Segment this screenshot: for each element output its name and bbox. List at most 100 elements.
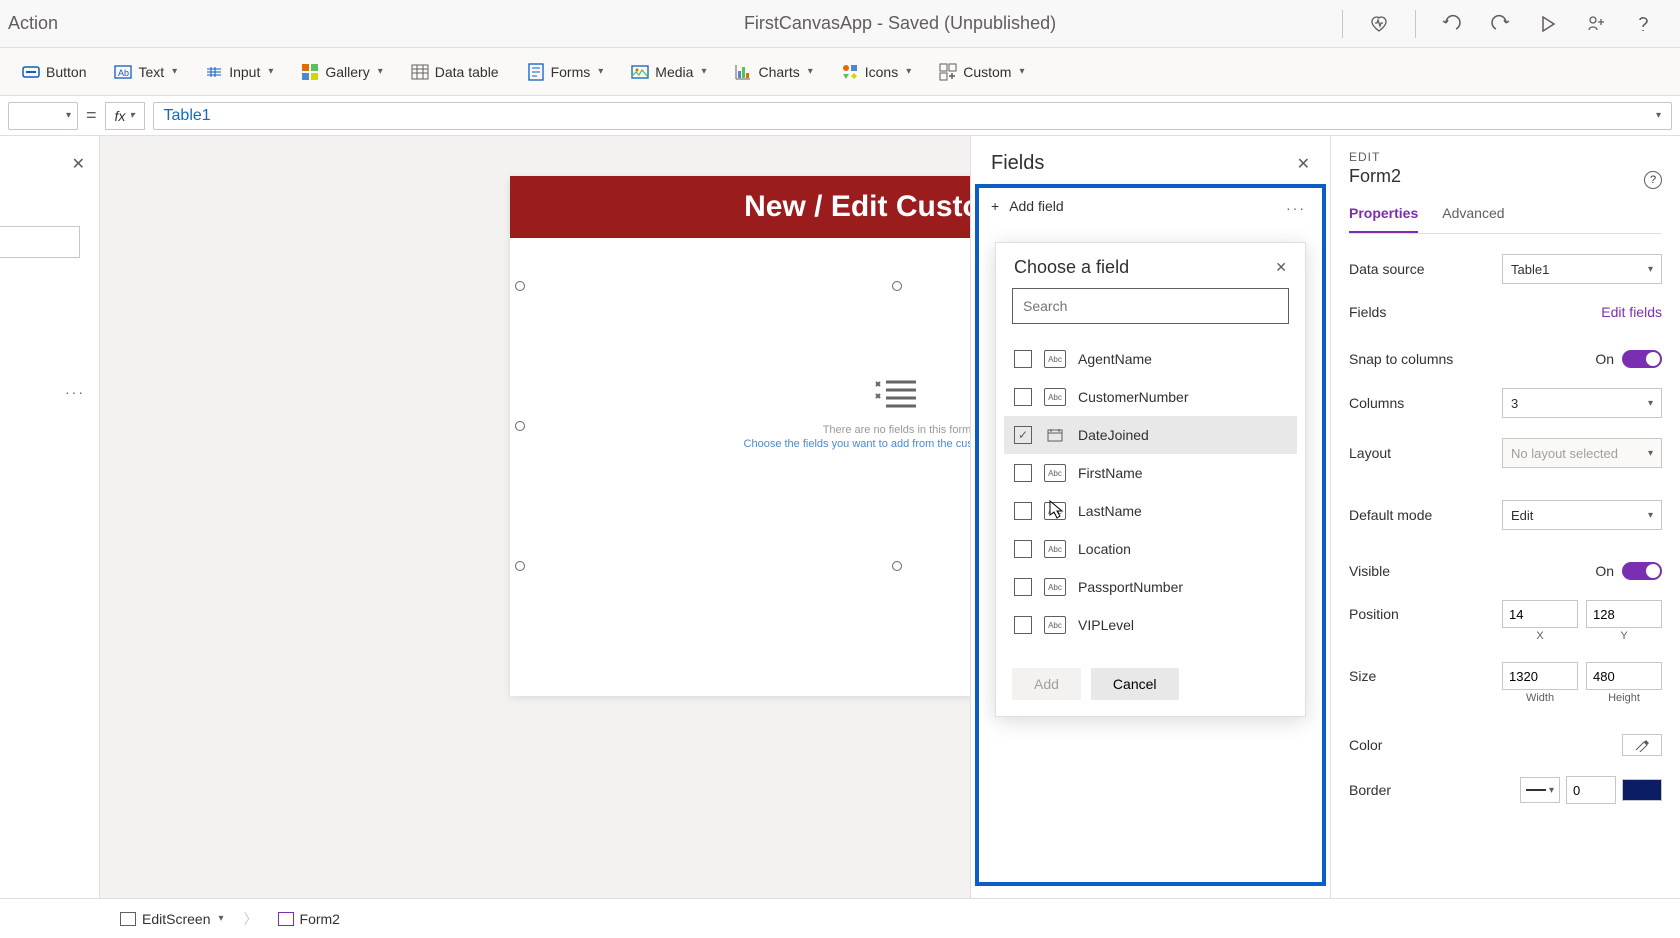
datasource-label: Data source [1349,261,1424,277]
position-x-input[interactable] [1502,600,1578,628]
checkbox[interactable] [1014,502,1032,520]
close-icon[interactable]: ✕ [72,154,85,174]
add-field-button[interactable]: Add field [1009,198,1063,214]
formula-bar: ▾ = fx▾ Table1 ▾ [0,96,1680,136]
field-item-passportnumber[interactable]: AbcPassportNumber [1004,568,1297,606]
size-w-input[interactable] [1502,662,1578,690]
checkbox[interactable] [1014,388,1032,406]
ribbon-custom[interactable]: Custom▾ [929,57,1034,87]
border-label: Border [1349,782,1391,798]
datasource-dropdown[interactable]: Table1▾ [1502,254,1662,284]
ribbon-gallery[interactable]: Gallery▾ [291,57,392,87]
field-label: VIPLevel [1078,617,1134,633]
tree-panel: ✕ ··· [0,136,100,898]
title-bar: Action FirstCanvasApp - Saved (Unpublish… [0,0,1680,48]
undo-icon[interactable] [1440,12,1464,36]
columns-dropdown[interactable]: 3▾ [1502,388,1662,418]
fx-button[interactable]: fx▾ [105,102,145,130]
field-item-location[interactable]: AbcLocation [1004,530,1297,568]
edit-label: EDIT [1349,150,1662,164]
app-title: FirstCanvasApp - Saved (Unpublished) [58,13,1342,34]
field-label: LastName [1078,503,1142,519]
text-type-icon: Abc [1044,350,1066,368]
field-item-datejoined[interactable]: ✓ DateJoined [1004,416,1297,454]
field-item-lastname[interactable]: Abc LastName [1004,492,1297,530]
border-color-swatch[interactable] [1622,779,1662,801]
field-item-agentname[interactable]: AbcAgentName [1004,340,1297,378]
redo-icon[interactable] [1488,12,1512,36]
field-label: CustomerNumber [1078,389,1188,405]
field-item-viplevel[interactable]: Abc VIPLevel [1004,606,1297,644]
checkbox[interactable] [1014,350,1032,368]
defaultmode-label: Default mode [1349,507,1432,523]
snap-label: Snap to columns [1349,351,1453,367]
breadcrumb-form[interactable]: Form2 [278,911,340,927]
checkbox[interactable] [1014,578,1032,596]
cancel-button[interactable]: Cancel [1091,668,1179,700]
more-icon[interactable]: ··· [1286,200,1306,216]
close-icon[interactable]: ✕ [1297,154,1310,174]
layout-label: Layout [1349,445,1391,461]
action-menu[interactable]: Action [0,13,58,34]
checkbox[interactable] [1014,464,1032,482]
tab-advanced[interactable]: Advanced [1442,205,1504,233]
columns-label: Columns [1349,395,1404,411]
formula-input[interactable]: Table1 ▾ [153,102,1672,130]
help-icon[interactable] [1632,12,1656,36]
size-h-input[interactable] [1586,662,1662,690]
ribbon-forms[interactable]: Forms▾ [517,57,614,87]
field-search-input[interactable] [1012,288,1289,324]
properties-panel: EDIT Form2 ? Properties Advanced Data so… [1330,136,1680,898]
field-item-customernumber[interactable]: Abc CustomerNumber [1004,378,1297,416]
svg-text:Ab: Ab [118,68,129,78]
border-style-dropdown[interactable]: ▾ [1520,777,1560,803]
snap-toggle[interactable] [1622,350,1662,368]
layout-dropdown[interactable]: No layout selected▾ [1502,438,1662,468]
info-icon[interactable]: ? [1644,171,1662,189]
size-label: Size [1349,668,1376,684]
field-label: FirstName [1078,465,1143,481]
ribbon-button[interactable]: Button [12,57,96,87]
visible-label: Visible [1349,563,1390,579]
ribbon-text[interactable]: Ab Text▾ [104,57,187,87]
text-type-icon: Abc [1044,540,1066,558]
checkbox[interactable]: ✓ [1014,426,1032,444]
health-icon[interactable] [1367,12,1391,36]
ribbon-icons[interactable]: Icons▾ [831,57,922,87]
share-icon[interactable] [1584,12,1608,36]
checkbox[interactable] [1014,616,1032,634]
color-swatch[interactable] [1622,734,1662,756]
ribbon-toolbar: Button Ab Text▾ Input▾ Gallery▾ Data tab… [0,48,1680,96]
ribbon-charts[interactable]: Charts▾ [724,57,822,87]
breadcrumb-screen[interactable]: EditScreen ▾ [120,911,224,927]
ribbon-input[interactable]: Input▾ [195,57,283,87]
text-type-icon: Abc [1044,502,1066,520]
property-dropdown[interactable]: ▾ [8,102,78,130]
text-type-icon: Abc [1044,388,1066,406]
field-label: DateJoined [1078,427,1149,443]
text-type-icon: Abc [1044,616,1066,634]
visible-toggle[interactable] [1622,562,1662,580]
play-icon[interactable] [1536,12,1560,36]
add-button[interactable]: Add [1012,668,1081,700]
choose-field-title: Choose a field [1014,257,1129,278]
close-icon[interactable]: ✕ [1275,259,1287,276]
tab-properties[interactable]: Properties [1349,205,1418,233]
more-icon[interactable]: ··· [65,384,85,400]
ribbon-datatable[interactable]: Data table [401,57,509,87]
border-width-input[interactable] [1566,776,1616,804]
calendar-icon [1044,426,1066,444]
defaultmode-dropdown[interactable]: Edit▾ [1502,500,1662,530]
fields-panel-title: Fields [991,152,1044,175]
position-y-input[interactable] [1586,600,1662,628]
text-type-icon: Abc [1044,464,1066,482]
checkbox[interactable] [1014,540,1032,558]
equals-label: = [86,105,97,126]
fields-panel: Fields ✕ + Add field ··· Choose a field … [970,136,1330,898]
breadcrumb-bar: EditScreen ▾ 〉 Form2 [0,898,1680,938]
field-item-firstname[interactable]: Abc FirstName [1004,454,1297,492]
edit-fields-link[interactable]: Edit fields [1601,304,1662,320]
ribbon-media[interactable]: Media▾ [621,57,716,87]
choose-field-popup: Choose a field ✕ AbcAgentNameAbcCustomer… [995,242,1306,717]
tree-search[interactable] [0,226,80,258]
